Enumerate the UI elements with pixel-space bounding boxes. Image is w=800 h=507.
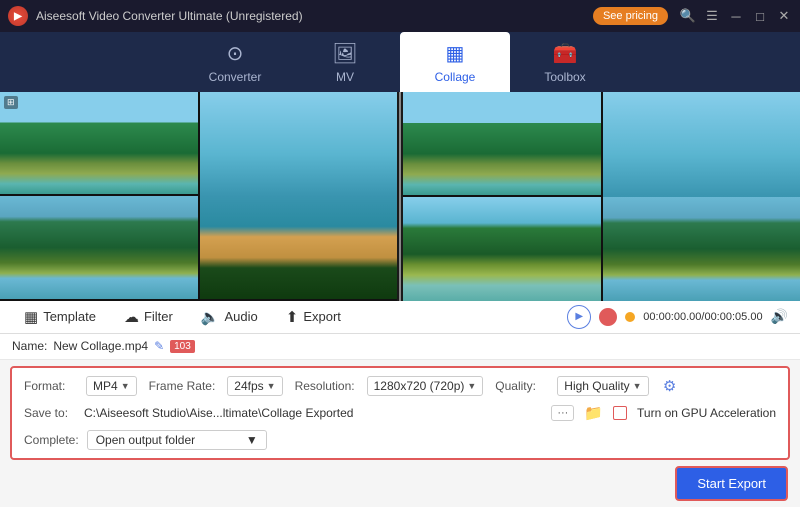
collage-panel-left[interactable]: ⊞ ⊞ — [0, 92, 397, 301]
cell-overlay-1: ⊞ — [4, 96, 18, 109]
filter-icon: ☁ — [124, 308, 139, 326]
name-badge: 103 — [170, 340, 195, 353]
quality-arrow: ▼ — [633, 381, 642, 391]
complete-select[interactable]: Open output folder ▼ — [87, 430, 267, 450]
record-dot — [625, 312, 635, 322]
format-value: MP4 — [93, 379, 118, 393]
search-icon[interactable]: 🔍 — [680, 8, 696, 24]
settings-row-3: Complete: Open output folder ▼ — [24, 430, 776, 450]
maximize-icon[interactable]: □ — [752, 8, 768, 24]
export-icon: ⬆ — [286, 308, 299, 326]
start-export-button[interactable]: Start Export — [675, 466, 788, 501]
titlebar: ▶ Aiseesoft Video Converter Ultimate (Un… — [0, 0, 800, 32]
collage-cell-1[interactable]: ⊞ — [0, 92, 198, 194]
resolution-value: 1280x720 (720p) — [374, 379, 465, 393]
complete-arrow: ▼ — [246, 433, 258, 447]
save-path: C:\Aiseesoft Studio\Aise...ltimate\Colla… — [84, 406, 541, 420]
app-title: Aiseesoft Video Converter Ultimate (Unre… — [36, 9, 593, 23]
settings-row-2: Save to: C:\Aiseesoft Studio\Aise...ltim… — [24, 404, 776, 422]
nav-tabs: ⊙ Converter 🖼 MV ▦ Collage 🧰 Toolbox — [0, 32, 800, 92]
collage-cell-boat[interactable] — [200, 92, 398, 299]
toolbar-left: ▦ Template ☁ Filter 🔈 Audio ⬆ Export — [12, 303, 567, 331]
resolution-arrow: ▼ — [467, 381, 476, 391]
format-arrow: ▼ — [121, 381, 130, 391]
name-value: New Collage.mp4 — [53, 339, 148, 353]
framerate-label: Frame Rate: — [149, 379, 216, 393]
framerate-value: 24fps — [234, 379, 263, 393]
preview-area: ⊞ ⊞ — [0, 92, 800, 301]
minimize-icon[interactable]: ─ — [728, 8, 744, 24]
complete-label: Complete: — [24, 433, 79, 447]
resolution-select[interactable]: 1280x720 (720p) ▼ — [367, 376, 484, 396]
export-btn-area: Start Export — [0, 466, 800, 507]
mv-icon: 🖼 — [332, 41, 357, 66]
toolbox-icon: 🧰 — [553, 41, 578, 66]
main-area: ⊞ ⊞ ▦ Template — [0, 92, 800, 507]
framerate-arrow: ▼ — [267, 381, 276, 391]
gpu-label: Turn on GPU Acceleration — [637, 406, 776, 420]
name-edit-icon[interactable]: ✎ — [154, 339, 164, 353]
toolbar-right: ▶ 00:00:00.00/00:00:05.00 🔊 — [567, 305, 788, 329]
preview-cell-hills — [403, 197, 601, 300]
name-row: Name: New Collage.mp4 ✎ 103 — [0, 334, 800, 360]
name-label: Name: — [12, 339, 47, 353]
audio-icon: 🔈 — [201, 308, 220, 326]
folder-icon[interactable]: 📁 — [584, 404, 603, 422]
quality-select[interactable]: High Quality ▼ — [557, 376, 648, 396]
gpu-checkbox[interactable] — [613, 406, 627, 420]
preview-panel-right — [403, 92, 800, 301]
collage-cell-2[interactable] — [0, 196, 198, 298]
tab-toolbox[interactable]: 🧰 Toolbox — [510, 32, 620, 92]
template-button[interactable]: ▦ Template — [12, 303, 108, 331]
timestamp: 00:00:00.00/00:00:05.00 — [643, 311, 762, 323]
pricing-button[interactable]: See pricing — [593, 7, 668, 25]
stop-button[interactable] — [599, 308, 617, 326]
panel-separator — [399, 92, 401, 301]
window-controls: 🔍 ☰ ─ □ ✕ — [680, 8, 792, 24]
close-icon[interactable]: ✕ — [776, 8, 792, 24]
audio-button[interactable]: 🔈 Audio — [189, 303, 270, 331]
play-button[interactable]: ▶ — [567, 305, 591, 329]
tab-collage[interactable]: ▦ Collage — [400, 32, 510, 92]
settings-box: Format: MP4 ▼ Frame Rate: 24fps ▼ Resolu… — [10, 366, 790, 460]
format-label: Format: — [24, 379, 74, 393]
settings-row-1: Format: MP4 ▼ Frame Rate: 24fps ▼ Resolu… — [24, 376, 776, 396]
template-icon: ▦ — [24, 308, 38, 326]
resolution-label: Resolution: — [295, 379, 355, 393]
filter-button[interactable]: ☁ Filter — [112, 303, 185, 331]
collage-icon: ▦ — [446, 41, 465, 66]
volume-icon[interactable]: 🔊 — [771, 308, 788, 325]
preview-cell-2 — [603, 197, 800, 300]
browse-button[interactable]: ··· — [551, 405, 574, 421]
tab-converter[interactable]: ⊙ Converter — [180, 32, 290, 92]
quality-value: High Quality — [564, 379, 629, 393]
settings-gear-icon[interactable]: ⚙ — [661, 377, 679, 395]
complete-value: Open output folder — [96, 433, 195, 447]
export-toolbar-button[interactable]: ⬆ Export — [274, 303, 353, 331]
preview-cell-1 — [403, 92, 601, 195]
save-label: Save to: — [24, 406, 74, 420]
tab-mv[interactable]: 🖼 MV — [290, 32, 400, 92]
menu-icon[interactable]: ☰ — [704, 8, 720, 24]
framerate-select[interactable]: 24fps ▼ — [227, 376, 282, 396]
quality-label: Quality: — [495, 379, 545, 393]
toolbar: ▦ Template ☁ Filter 🔈 Audio ⬆ Export ▶ 0… — [0, 301, 800, 334]
format-select[interactable]: MP4 ▼ — [86, 376, 137, 396]
converter-icon: ⊙ — [227, 41, 244, 66]
app-logo: ▶ — [8, 6, 28, 26]
